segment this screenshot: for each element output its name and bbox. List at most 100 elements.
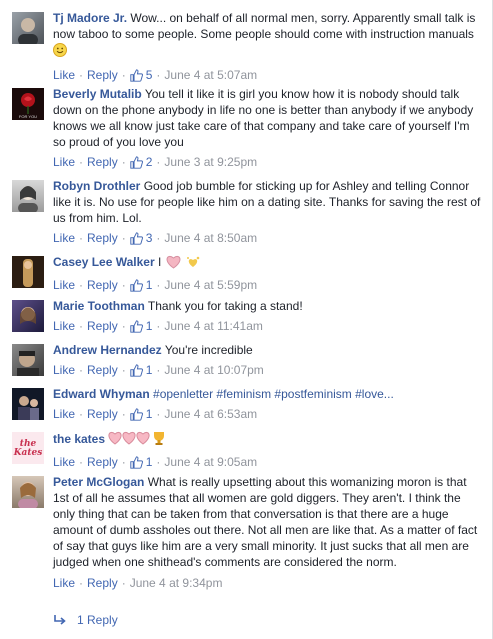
thumbs-up-icon: [130, 363, 143, 377]
like-button[interactable]: Like: [53, 67, 75, 83]
comment-text: Thank you for taking a stand!: [147, 299, 303, 313]
like-count[interactable]: 1: [130, 318, 153, 334]
like-button[interactable]: Like: [53, 277, 75, 293]
like-count-value: 1: [145, 407, 153, 421]
avatar[interactable]: FOR YOU: [12, 88, 44, 120]
like-button[interactable]: Like: [53, 362, 75, 378]
avatar[interactable]: the Kates: [12, 432, 44, 464]
like-count-value: 3: [145, 231, 153, 245]
profile-photo-icon: [18, 18, 38, 44]
separator: ·: [156, 68, 161, 82]
replies-count-label: 1 Reply: [77, 613, 118, 627]
commenter-name[interactable]: Casey Lee Walker: [53, 255, 155, 269]
thumbs-up-icon: [130, 68, 143, 82]
reply-button[interactable]: Reply: [87, 362, 118, 378]
timestamp[interactable]: June 4 at 6:53am: [164, 406, 257, 422]
avatar[interactable]: [12, 12, 44, 44]
timestamp[interactable]: June 4 at 5:59pm: [164, 277, 257, 293]
reply-button[interactable]: Reply: [87, 230, 118, 246]
like-button[interactable]: Like: [53, 230, 75, 246]
comment: Robyn Drothler Good job bumble for stick…: [12, 178, 484, 246]
reply-arrow-icon: [54, 615, 66, 625]
commenter-name[interactable]: Robyn Drothler: [53, 179, 140, 193]
like-count[interactable]: 1: [130, 406, 153, 422]
avatar[interactable]: [12, 476, 44, 508]
separator: ·: [79, 278, 84, 292]
like-count-value: 1: [145, 363, 153, 377]
thumbs-up-icon: [130, 319, 143, 333]
like-button[interactable]: Like: [53, 406, 75, 422]
separator: ·: [79, 363, 84, 377]
profile-photo-icon: [20, 307, 36, 324]
timestamp[interactable]: June 4 at 10:07pm: [164, 362, 263, 378]
comment: Marie Toothman Thank you for taking a st…: [12, 298, 484, 334]
separator: ·: [79, 455, 84, 469]
commenter-name[interactable]: the kates: [53, 432, 105, 446]
separator: ·: [121, 363, 126, 377]
timestamp[interactable]: June 4 at 5:07am: [164, 67, 257, 83]
comment-text: What is really upsetting about this woma…: [53, 475, 478, 569]
commenter-name[interactable]: Marie Toothman: [53, 299, 145, 313]
like-button[interactable]: Like: [53, 575, 75, 591]
reply-button[interactable]: Reply: [87, 318, 118, 334]
comment: the Kates the kates Like · Reply · 1 · J…: [12, 430, 484, 470]
like-count[interactable]: 1: [130, 277, 153, 293]
like-count-value: 2: [145, 155, 153, 169]
like-count[interactable]: 2: [130, 154, 153, 170]
reply-button[interactable]: Reply: [87, 67, 118, 83]
reply-button[interactable]: Reply: [87, 406, 118, 422]
profile-photo-icon: [23, 259, 33, 287]
comment: Andrew Hernandez You're incredible Like …: [12, 342, 484, 378]
like-count-value: 1: [145, 319, 153, 333]
like-button[interactable]: Like: [53, 318, 75, 334]
profile-photo-icon: [18, 482, 38, 508]
timestamp[interactable]: June 4 at 11:41am: [164, 318, 263, 334]
reply-button[interactable]: Reply: [87, 575, 118, 591]
commenter-name[interactable]: Beverly Mutalib: [53, 87, 142, 101]
profile-photo-icon: [18, 396, 39, 420]
like-button[interactable]: Like: [53, 454, 75, 470]
comment: FOR YOU Beverly Mutalib You tell it like…: [12, 86, 484, 170]
like-count[interactable]: 5: [130, 67, 153, 83]
timestamp[interactable]: June 4 at 9:34pm: [130, 575, 223, 591]
separator: ·: [121, 231, 126, 245]
comment: Tj Madore Jr. Wow... on behalf of all no…: [12, 10, 484, 83]
commenter-name[interactable]: Andrew Hernandez: [53, 343, 162, 357]
separator: ·: [156, 363, 161, 377]
like-count[interactable]: 1: [130, 362, 153, 378]
profile-photo-icon: [17, 351, 39, 376]
like-count-value: 5: [145, 68, 153, 82]
commenter-name[interactable]: Edward Whyman: [53, 387, 150, 401]
hashtags-link[interactable]: #openletter #feminism #postfeminism #lov…: [153, 387, 394, 401]
like-count-value: 1: [145, 455, 153, 469]
avatar[interactable]: [12, 256, 44, 288]
comment-text: I: [157, 255, 162, 269]
separator: ·: [156, 319, 161, 333]
avatar[interactable]: [12, 344, 44, 376]
commenter-name[interactable]: Peter McGlogan: [53, 475, 144, 489]
reply-button[interactable]: Reply: [87, 154, 118, 170]
like-count[interactable]: 3: [130, 230, 153, 246]
like-button[interactable]: Like: [53, 154, 75, 170]
like-count-value: 1: [145, 278, 153, 292]
view-replies-link[interactable]: 1 Reply: [53, 613, 118, 627]
reply-button[interactable]: Reply: [87, 277, 118, 293]
separator: ·: [121, 576, 126, 590]
avatar[interactable]: [12, 180, 44, 212]
separator: ·: [121, 319, 126, 333]
avatar[interactable]: [12, 388, 44, 420]
comment: Peter McGlogan What is really upsetting …: [12, 474, 484, 591]
commenter-name[interactable]: Tj Madore Jr.: [53, 11, 127, 25]
timestamp[interactable]: June 4 at 8:50am: [164, 230, 257, 246]
pink-heart-emoji-icon: [165, 254, 182, 273]
like-count[interactable]: 1: [130, 454, 153, 470]
separator: ·: [121, 455, 126, 469]
timestamp[interactable]: June 3 at 9:25pm: [164, 154, 257, 170]
avatar[interactable]: [12, 300, 44, 332]
separator: ·: [156, 278, 161, 292]
timestamp[interactable]: June 4 at 9:05am: [164, 454, 257, 470]
reply-button[interactable]: Reply: [87, 454, 118, 470]
comment: Casey Lee Walker I Like · Reply · 1 · Ju…: [12, 254, 484, 293]
separator: ·: [79, 319, 84, 333]
separator: ·: [156, 231, 161, 245]
